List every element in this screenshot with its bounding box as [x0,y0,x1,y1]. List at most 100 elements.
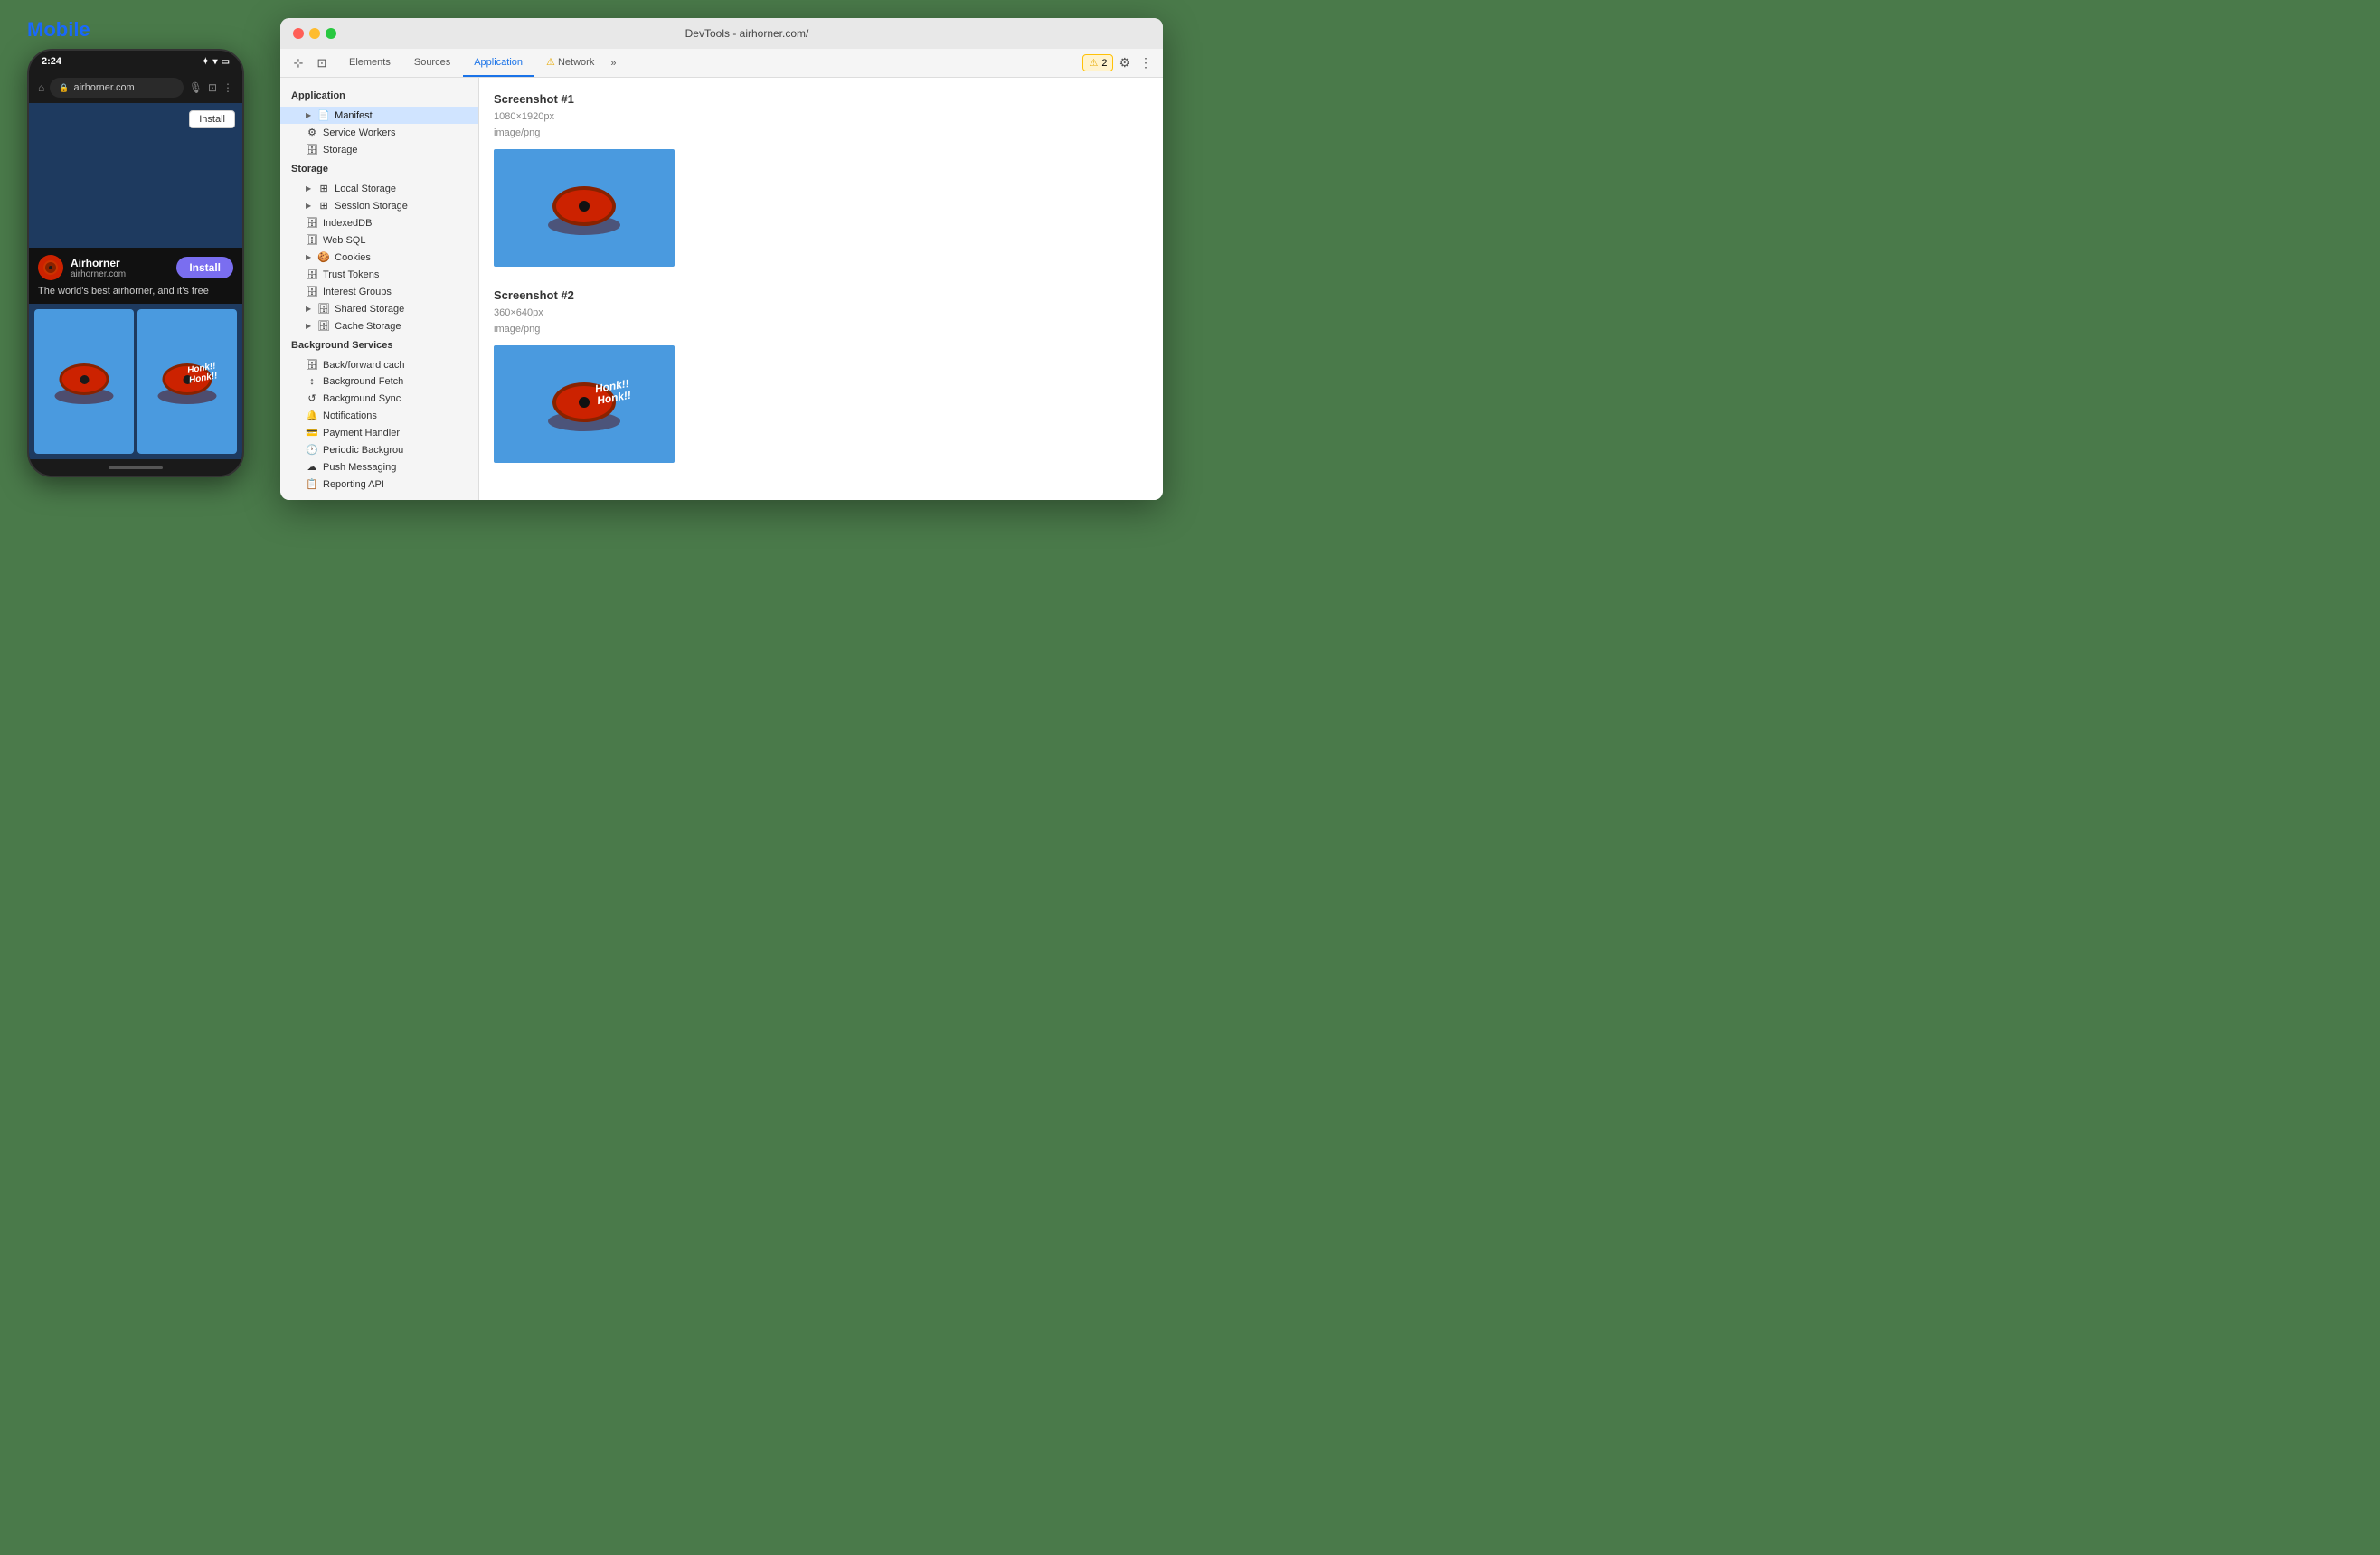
arrow-icon-cache: ▶ [306,322,311,330]
lock-icon: 🔒 [59,83,69,93]
install-button-top[interactable]: Install [189,110,235,128]
session-storage-icon: ⊞ [317,200,330,212]
phone-status-bar: 2:24 ✦ ▾ ▭ [29,51,242,72]
reporting-icon: 📋 [306,478,318,490]
sidebar-section-storage: Storage [280,158,478,180]
interest-groups-icon: 🗄 [306,286,318,297]
sidebar-item-session-storage[interactable]: ▶ ⊞ Session Storage [280,197,478,214]
home-icon: ⌂ [38,81,44,94]
more-options-icon[interactable]: ⋮ [1136,52,1156,74]
tab-network[interactable]: ⚠ Network [535,49,605,77]
devtools-title: DevTools - airhorner.com/ [344,27,1150,40]
sidebar-section-application: Application [280,85,478,107]
phone-time: 2:24 [42,56,61,67]
devtools-window: DevTools - airhorner.com/ ⊹ ⊡ Elements S… [280,18,1163,500]
honk-text-ss2: Honk!!Honk!! [594,378,632,408]
sidebar-item-trust-tokens[interactable]: 🗄 Trust Tokens [280,266,478,283]
sidebar-item-websql[interactable]: 🗄 Web SQL [280,231,478,249]
screenshot-1-airhorn [543,181,625,235]
screenshot-2-meta: 360×640px image/png [494,307,1148,338]
devtools-body: Application ▶ 📄 Manifest ⚙ Service Worke… [280,78,1163,500]
more-tabs-icon[interactable]: » [607,58,619,69]
phone-url-field[interactable]: 🔒 airhorner.com [50,78,183,98]
airhorn-body [60,363,109,395]
phone-home-bar [29,459,242,476]
back-forward-icon: 🗄 [306,359,318,371]
maximize-button[interactable] [326,28,336,39]
screenshot-2-section: Screenshot #2 360×640px image/png Honk!!… [494,288,1148,463]
screenshot-1-section: Screenshot #1 1080×1920px image/png [494,92,1148,267]
tab-sources[interactable]: Sources [403,50,461,77]
home-bar-pill [109,466,163,469]
sidebar-item-service-workers[interactable]: ⚙ Service Workers [280,124,478,141]
tab-application[interactable]: Application [463,50,534,77]
sidebar-item-reporting-api[interactable]: 📋 Reporting API [280,476,478,493]
screenshot-2-image[interactable]: Honk!!Honk!! [494,345,675,463]
app-text-info: Airhorner airhorner.com [71,257,126,279]
sidebar-item-local-storage[interactable]: ▶ ⊞ Local Storage [280,180,478,197]
cursor-icon[interactable]: ⊹ [288,52,309,74]
sidebar-item-notifications[interactable]: 🔔 Notifications [280,407,478,424]
sidebar-item-interest-groups[interactable]: 🗄 Interest Groups [280,283,478,300]
settings-icon[interactable]: ⚙ [1115,52,1134,74]
screenshot-2-dimensions: 360×640px [494,307,1148,318]
phone-screenshot-1 [34,309,134,454]
warning-icon: ⚠ [1089,57,1098,69]
minimize-button[interactable] [309,28,320,39]
install-button-banner[interactable]: Install [176,257,233,278]
phone-frame: 2:24 ✦ ▾ ▭ ⌂ 🔒 airhorner.com 🎙 ⊡ ⋮ Insta… [27,49,244,477]
screenshot-2-airhorn: Honk!!Honk!! [543,377,625,431]
notifications-icon: 🔔 [306,410,318,421]
device-icon[interactable]: ⊡ [311,52,333,74]
tab-icon: ⊡ [208,81,217,94]
sidebar-item-bg-sync[interactable]: ↺ Background Sync [280,390,478,407]
mobile-section: Mobile 2:24 ✦ ▾ ▭ ⌂ 🔒 airhorner.com 🎙 ⊡ … [27,18,244,477]
sidebar-item-periodic-bg[interactable]: 🕐 Periodic Backgrou [280,441,478,458]
ss-center-2 [579,397,590,408]
phone-install-banner: Airhorner airhorner.com Install The worl… [29,248,242,304]
screenshot-2-title: Screenshot #2 [494,288,1148,302]
sidebar-item-bg-fetch[interactable]: ↕ Background Fetch [280,373,478,390]
app-info: Airhorner airhorner.com [38,255,126,280]
manifest-icon: 📄 [317,109,330,121]
arrow-icon-ss: ▶ [306,202,311,210]
mic-icon: 🎙 [189,81,203,94]
app-domain: airhorner.com [71,269,126,279]
devtools-titlebar: DevTools - airhorner.com/ [280,18,1163,49]
ss-body-1 [552,186,616,226]
sidebar-item-cookies[interactable]: ▶ 🍪 Cookies [280,249,478,266]
warning-count: 2 [1101,58,1107,69]
screenshot-1-title: Screenshot #1 [494,92,1148,106]
sidebar-item-push-messaging[interactable]: ☁ Push Messaging [280,458,478,476]
tab-elements[interactable]: Elements [338,50,401,77]
sidebar-item-cache-storage[interactable]: ▶ 🗄 Cache Storage [280,317,478,335]
screenshot-1-image[interactable] [494,149,675,267]
sidebar-item-payment[interactable]: 💳 Payment Handler [280,424,478,441]
menu-icon: ⋮ [222,81,233,94]
devtools-main-panel: Screenshot #1 1080×1920px image/png Sc [479,78,1163,500]
screenshot-1-dimensions: 1080×1920px [494,111,1148,122]
close-button[interactable] [293,28,304,39]
traffic-lights [293,28,336,39]
local-storage-icon: ⊞ [317,183,330,194]
periodic-bg-icon: 🕐 [306,444,318,456]
sidebar-item-indexeddb[interactable]: 🗄 IndexedDB [280,214,478,231]
airhorn-graphic-2: Honk!! Honk!! [156,359,219,404]
airhorn-graphic-1 [52,359,116,404]
mobile-label: Mobile [27,18,90,42]
sidebar-item-manifest[interactable]: ▶ 📄 Manifest [280,107,478,124]
install-banner-top-row: Airhorner airhorner.com Install [38,255,233,280]
shared-storage-icon: 🗄 [317,303,330,315]
push-icon: ☁ [306,461,318,473]
cookies-icon: 🍪 [317,251,330,263]
warning-badge[interactable]: ⚠ 2 [1082,54,1113,71]
arrow-icon-cookies: ▶ [306,253,311,261]
app-dot [49,266,52,269]
sidebar-item-back-forward[interactable]: 🗄 Back/forward cach [280,356,478,373]
phone-url-bar: ⌂ 🔒 airhorner.com 🎙 ⊡ ⋮ [29,72,242,103]
sidebar-item-shared-storage[interactable]: ▶ 🗄 Shared Storage [280,300,478,317]
phone-url-text: airhorner.com [73,82,134,93]
sidebar-item-storage[interactable]: 🗄 Storage [280,141,478,158]
phone-screenshots-row: Honk!! Honk!! [29,304,242,459]
airhorn-center [80,375,89,384]
